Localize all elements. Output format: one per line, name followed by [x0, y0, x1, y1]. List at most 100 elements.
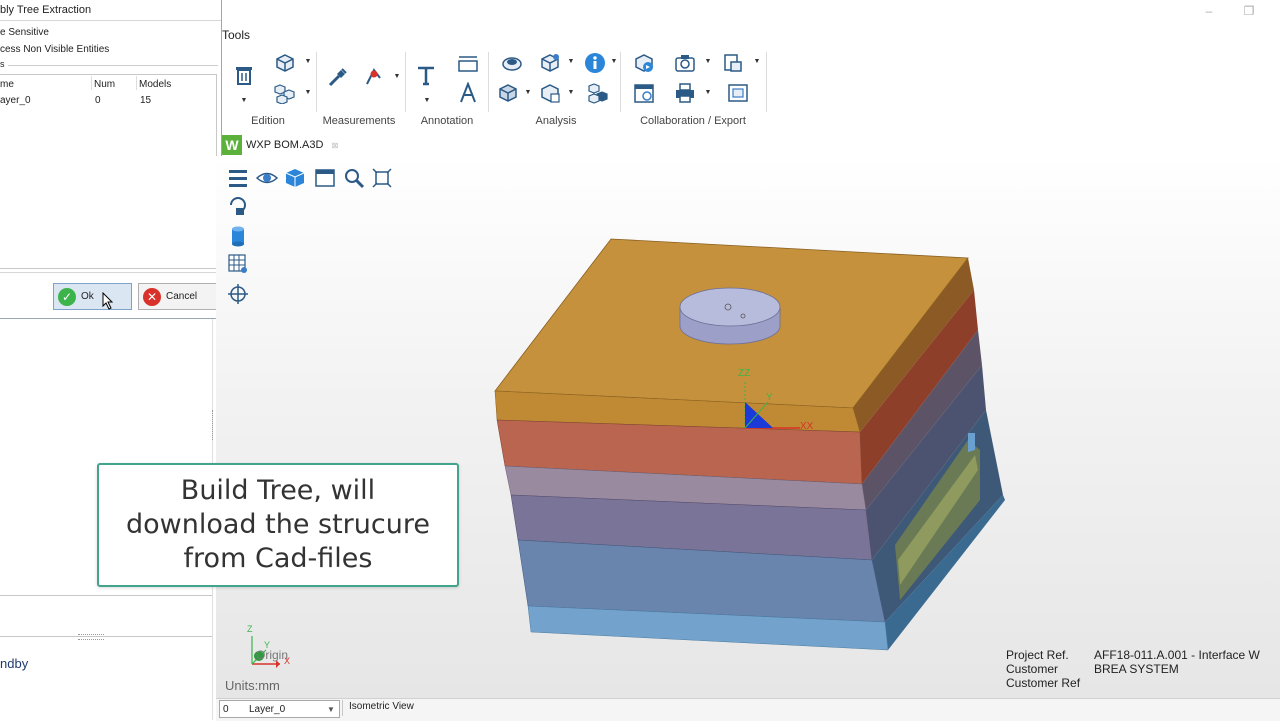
- assembly-analysis-icon[interactable]: [585, 80, 611, 106]
- document-tab-bar: [222, 134, 1280, 157]
- title-divider: [0, 20, 221, 21]
- project-ref-value: AFF18-011.A.001 - Interface W: [1094, 648, 1260, 662]
- row-name-cell[interactable]: ayer_0: [0, 95, 31, 106]
- compare-icon[interactable]: [537, 80, 563, 106]
- text-annotation-dropdown-icon[interactable]: ▼: [423, 97, 431, 104]
- status-divider: [342, 700, 343, 716]
- group-label-measurements: Measurements: [322, 115, 396, 127]
- section-divider: [8, 65, 218, 66]
- report-icon[interactable]: [631, 80, 657, 106]
- compare-dropdown-icon[interactable]: ▼: [567, 89, 575, 96]
- text-annotation-icon[interactable]: [413, 62, 439, 88]
- menu-tools[interactable]: Tools: [222, 28, 250, 42]
- dimension-icon[interactable]: [455, 51, 481, 77]
- export-icon[interactable]: [720, 50, 746, 76]
- 3d-viewport[interactable]: ZZ Y XX Z Y X Origin Units:mm Project Re…: [216, 156, 1280, 698]
- model-axis-y-label: Y: [766, 392, 773, 403]
- layer-select[interactable]: 0 Layer_0 ▼: [219, 700, 340, 718]
- snapshot-icon[interactable]: [672, 50, 698, 76]
- tutorial-callout: Build Tree, will download the strucure f…: [97, 463, 459, 587]
- zoom-icon[interactable]: [341, 165, 367, 191]
- snapshot-dropdown-icon[interactable]: ▼: [704, 58, 712, 65]
- minimize-icon[interactable]: –: [1202, 4, 1216, 18]
- cube-edit-icon[interactable]: [272, 50, 298, 76]
- units-label: Units:mm: [225, 678, 280, 693]
- ribbon-separator: [316, 52, 317, 112]
- ok-button[interactable]: ✓ Ok: [53, 283, 132, 310]
- column-header-name[interactable]: me: [0, 79, 14, 90]
- cube-edit-dropdown-icon[interactable]: ▼: [304, 58, 312, 65]
- multi-cube-icon[interactable]: [272, 80, 298, 106]
- ribbon-separator: [488, 52, 489, 112]
- view-name-label: Isometric View: [349, 701, 414, 712]
- info-icon[interactable]: [582, 50, 608, 76]
- multi-cube-dropdown-icon[interactable]: ▼: [304, 89, 312, 96]
- measure-caliper-icon[interactable]: [325, 64, 351, 90]
- measure-point-icon[interactable]: [362, 64, 388, 90]
- mouse-cursor-icon: [102, 292, 114, 310]
- cancel-label: Cancel: [166, 291, 198, 302]
- menu-icon[interactable]: [225, 165, 251, 191]
- info-dropdown-icon[interactable]: ▼: [610, 58, 618, 65]
- group-label-collaboration-export: Collaboration / Export: [640, 115, 746, 127]
- model-axis-z-label: ZZ: [738, 368, 751, 379]
- ribbon-separator: [620, 52, 621, 112]
- project-ref-label: Project Ref.: [1006, 648, 1069, 662]
- button-bar-divider: [0, 272, 221, 273]
- export-dropdown-icon[interactable]: ▼: [753, 58, 761, 65]
- splitter-grip[interactable]: [78, 634, 104, 640]
- ribbon-separator: [766, 52, 767, 112]
- delete-dropdown-icon[interactable]: ▼: [240, 97, 248, 104]
- delete-icon[interactable]: [231, 62, 257, 88]
- layer-list[interactable]: [0, 74, 217, 269]
- clash-analysis-icon[interactable]: [499, 50, 525, 76]
- model-axis-x-label: XX: [800, 421, 814, 432]
- document-tab[interactable]: W WXP BOM.A3D ⊠: [222, 135, 339, 155]
- restore-icon[interactable]: ❐: [1242, 4, 1256, 18]
- layer-number: 0: [223, 703, 229, 715]
- shaded-view-icon[interactable]: [282, 165, 308, 191]
- ribbon-separator: [405, 52, 406, 112]
- box-analysis-icon[interactable]: [537, 50, 563, 76]
- measure-dropdown-icon[interactable]: ▼: [393, 73, 401, 80]
- case-sensitive-option[interactable]: e Sensitive: [0, 27, 49, 38]
- column-header-num[interactable]: Num: [94, 79, 115, 90]
- group-label-edition: Edition: [251, 115, 285, 127]
- section-cube-icon[interactable]: [495, 80, 521, 106]
- column-header-models[interactable]: Models: [139, 79, 171, 90]
- ok-label: Ok: [81, 291, 94, 302]
- section-cube-dropdown-icon[interactable]: ▼: [524, 89, 532, 96]
- customer-label: Customer: [1006, 662, 1059, 676]
- share-icon[interactable]: [725, 80, 751, 106]
- 3d-model[interactable]: [216, 156, 1280, 698]
- group-label-analysis: Analysis: [535, 115, 577, 127]
- grid-view-icon[interactable]: [225, 251, 251, 277]
- column-divider: [136, 76, 137, 90]
- assembly-tree-extraction-dialog: bly Tree Extraction e Sensitive cess Non…: [0, 0, 222, 319]
- row-models-cell: 15: [140, 95, 152, 106]
- crosshair-icon[interactable]: [225, 281, 251, 307]
- origin-label: Origin: [256, 648, 289, 662]
- callout-text: Build Tree, will download the strucure f…: [126, 475, 430, 574]
- rotate-lock-icon[interactable]: [225, 193, 251, 219]
- origin-axis-z-label: Z: [247, 624, 253, 634]
- layer-name: Layer_0: [249, 703, 286, 715]
- process-non-visible-option[interactable]: cess Non Visible Entities: [0, 44, 109, 55]
- customer-ref-label: Customer Ref: [1006, 676, 1081, 690]
- print-icon[interactable]: [672, 80, 698, 106]
- document-tab-label: WXP BOM.A3D: [246, 139, 324, 151]
- print-dropdown-icon[interactable]: ▼: [704, 89, 712, 96]
- publish-icon[interactable]: [631, 50, 657, 76]
- customer-value: BREA SYSTEM: [1094, 662, 1179, 676]
- fit-all-icon[interactable]: [369, 165, 395, 191]
- panel-bottom-border: [0, 636, 212, 637]
- style-text-icon[interactable]: [455, 80, 481, 106]
- window-view-icon[interactable]: [312, 165, 338, 191]
- close-tab-icon[interactable]: ⊠: [331, 141, 338, 150]
- cylinder-icon[interactable]: [225, 223, 251, 249]
- visibility-icon[interactable]: [254, 165, 280, 191]
- chevron-down-icon[interactable]: ▼: [327, 705, 339, 714]
- column-divider: [91, 76, 92, 90]
- box-analysis-dropdown-icon[interactable]: ▼: [567, 58, 575, 65]
- cancel-button[interactable]: ✕ Cancel: [138, 283, 217, 310]
